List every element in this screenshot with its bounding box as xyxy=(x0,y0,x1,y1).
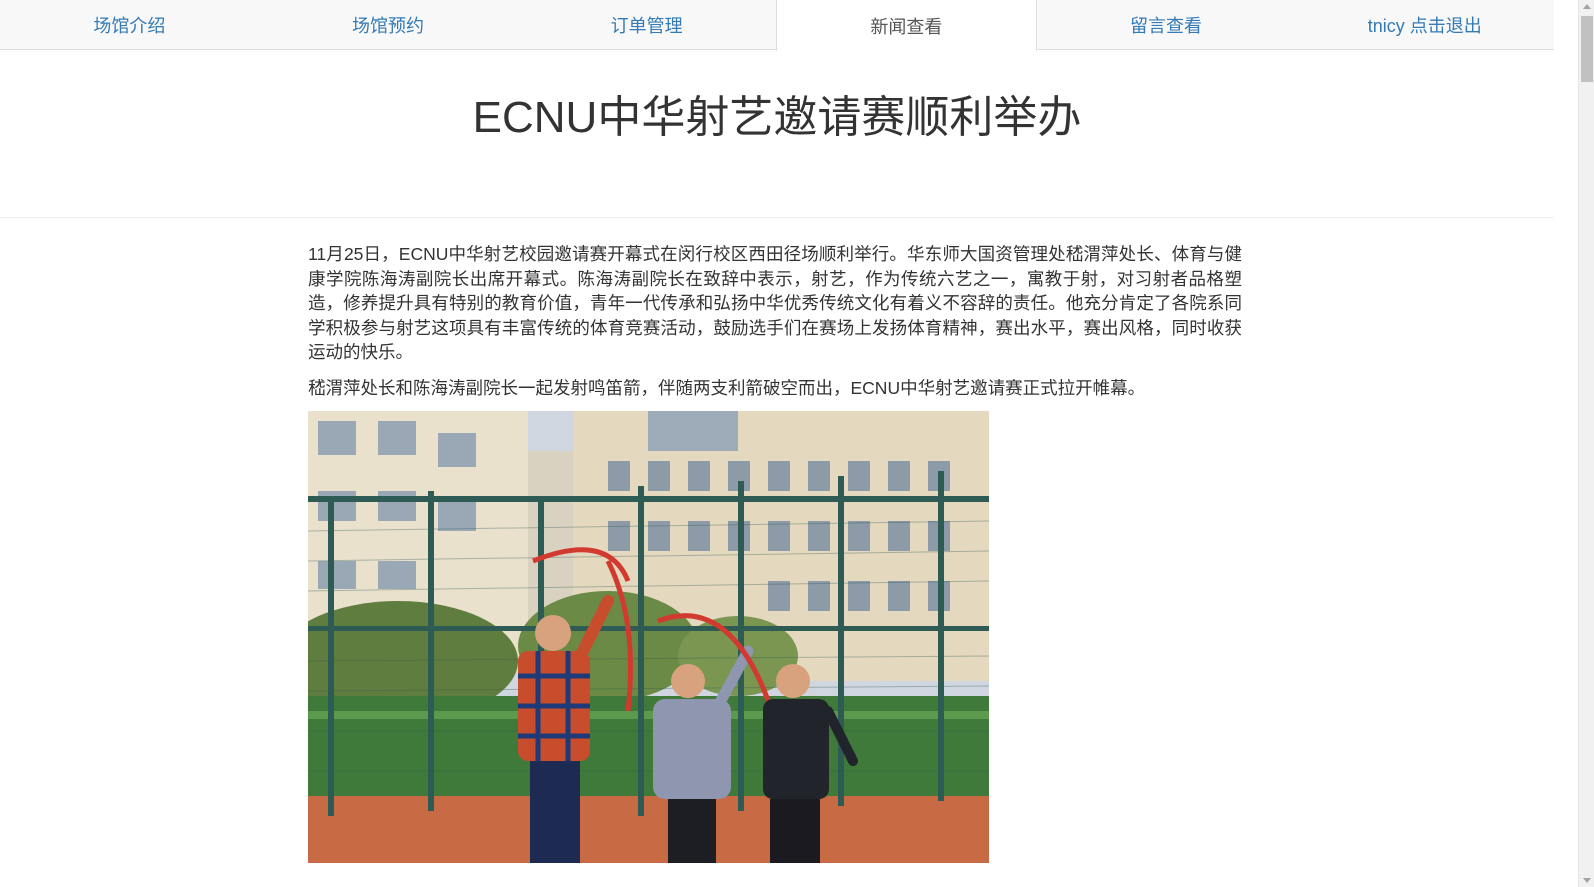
scroll-up-arrow-icon[interactable] xyxy=(1583,4,1591,9)
tab-user-logout[interactable]: tnicy 点击退出 xyxy=(1295,0,1554,50)
top-nav: 场馆介绍 场馆预约 订单管理 新闻查看 留言查看 tnicy 点击退出 xyxy=(0,0,1554,51)
article-title: ECNU中华射艺邀请赛顺利举办 xyxy=(472,93,1082,142)
tab-venue-intro[interactable]: 场馆介绍 xyxy=(0,0,259,50)
article-paragraph: 11月25日，ECNU中华射艺校园邀请赛开幕式在闵行校区西田径场顺利举行。华东师… xyxy=(308,244,1242,362)
tab-messages-view[interactable]: 留言查看 xyxy=(1037,0,1296,50)
scroll-thumb[interactable] xyxy=(1581,16,1593,82)
article-body: 11月25日，ECNU中华射艺校园邀请赛开幕式在闵行校区西田径场顺利举行。华东师… xyxy=(308,242,1242,863)
news-photo xyxy=(308,411,989,863)
tab-venue-booking[interactable]: 场馆预约 xyxy=(259,0,518,50)
tab-order-management[interactable]: 订单管理 xyxy=(517,0,776,50)
scroll-down-arrow-icon[interactable] xyxy=(1583,878,1591,883)
article-paragraph: 嵇渭萍处长和陈海涛副院长一起发射鸣笛箭，伴随两支利箭破空而出，ECNU中华射艺邀… xyxy=(308,377,1146,398)
vertical-scrollbar[interactable] xyxy=(1578,0,1594,887)
tab-news-view[interactable]: 新闻查看 xyxy=(776,0,1037,51)
